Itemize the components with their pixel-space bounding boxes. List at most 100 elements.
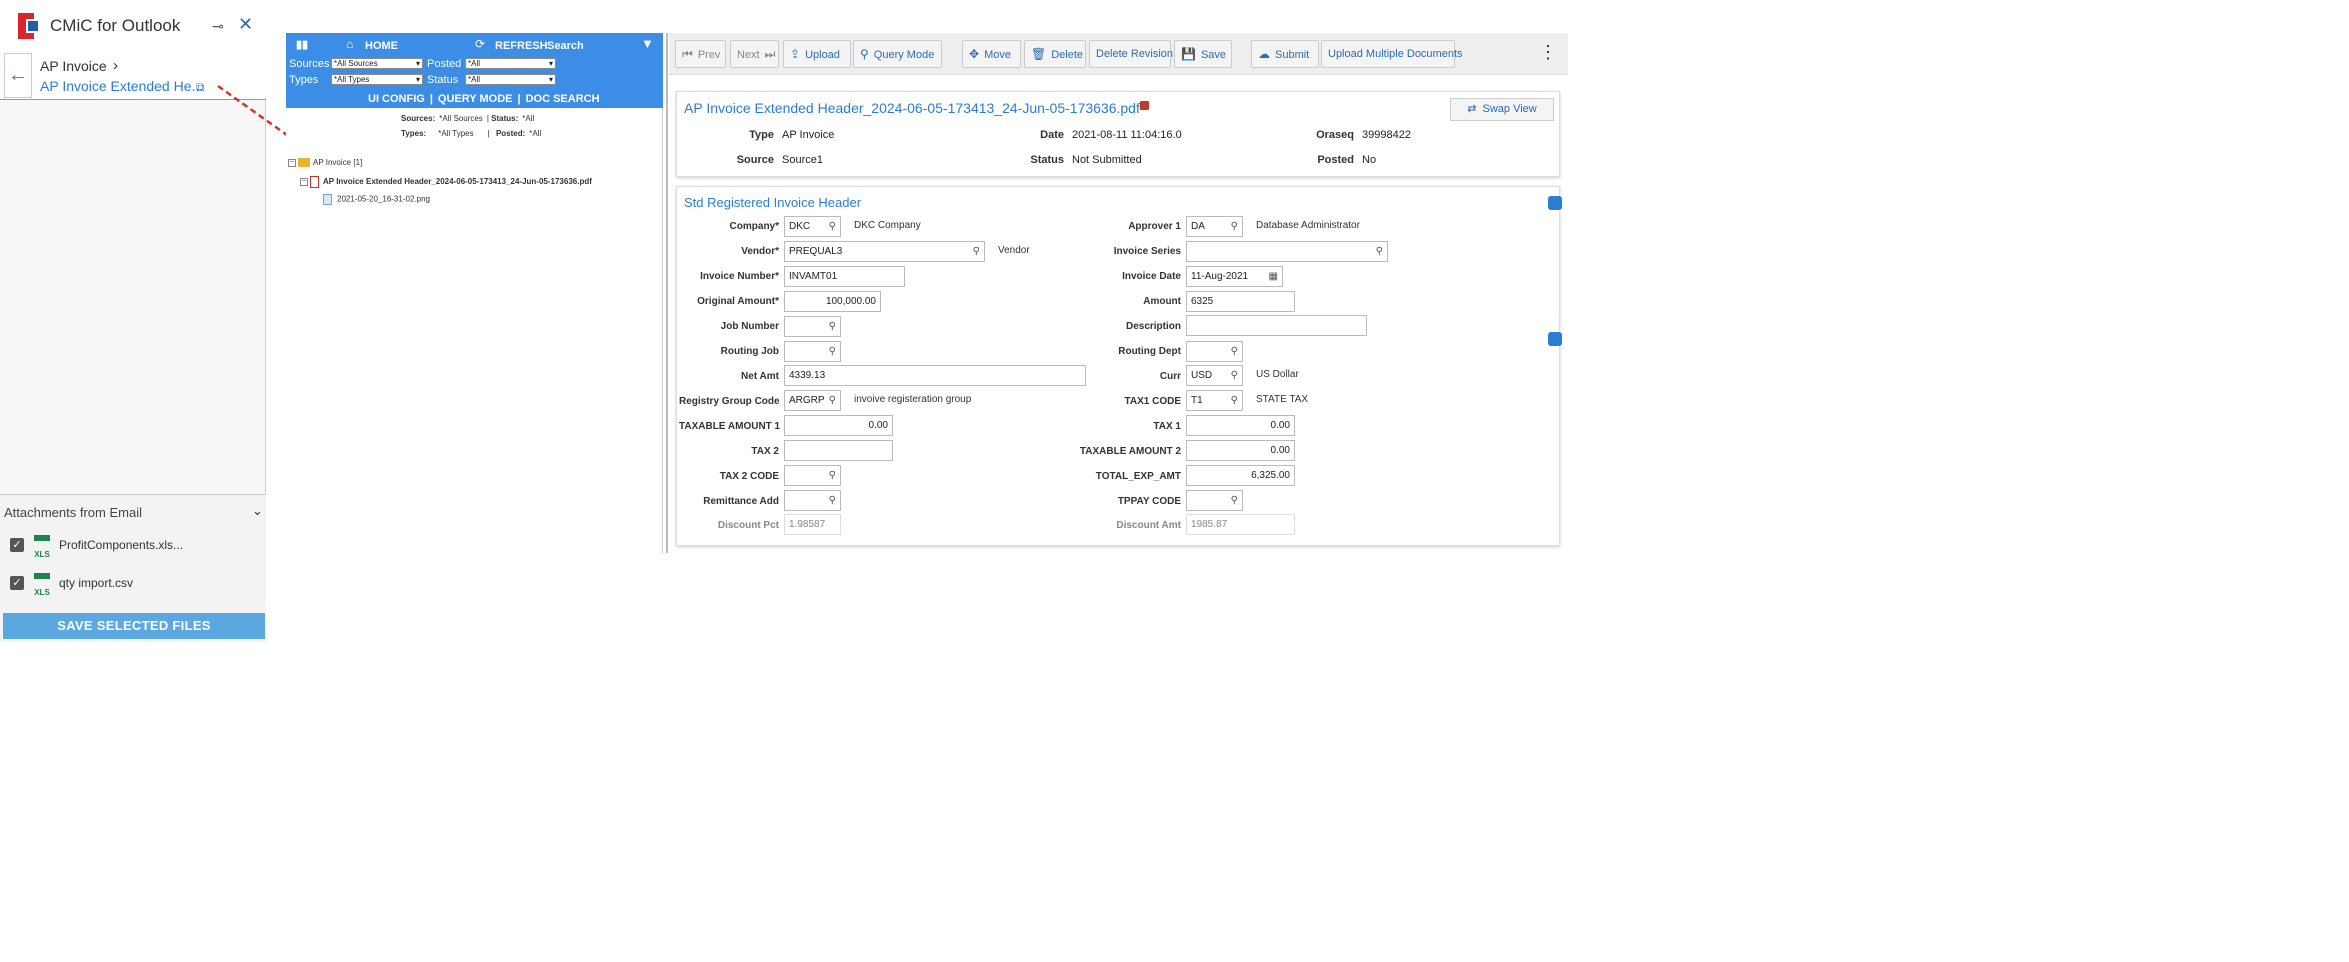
search-icon[interactable]: ⚲ <box>829 217 836 236</box>
attachment-checkbox[interactable]: ✓ <box>10 538 24 552</box>
chevron-right-icon[interactable]: › <box>113 57 118 74</box>
document-header-card: AP Invoice Extended Header_2024-06-05-17… <box>676 91 1560 177</box>
invoice-series-field[interactable]: ⚲ <box>1186 241 1388 262</box>
query-mode-link[interactable]: QUERY MODE <box>438 93 513 105</box>
tree-attachment-node[interactable]: 2021-05-20_16-31-02.png <box>323 194 430 205</box>
upload-multiple-button[interactable]: Upload Multiple Documents <box>1321 40 1463 68</box>
delete-button[interactable]: 🗑 Delete <box>1024 40 1086 68</box>
curr-field[interactable]: USD ⚲ <box>1186 365 1243 386</box>
side-panel-toggle-icon[interactable] <box>1548 196 1562 210</box>
search-icon[interactable]: ⚲ <box>1231 217 1238 236</box>
tree-document-node[interactable]: − AP Invoice Extended Header_2024-06-05-1… <box>300 176 592 188</box>
approver-1-value: DA <box>1191 221 1205 232</box>
discount-pct-field: 1.98587 <box>784 514 841 535</box>
doc-search-link[interactable]: DOC SEARCH <box>526 93 600 105</box>
invoice-date-field[interactable]: 11-Aug-2021 ▦ <box>1186 266 1283 287</box>
next-button[interactable]: Next ⏭ <box>730 40 779 68</box>
search-icon[interactable]: ⚲ <box>973 242 980 261</box>
close-icon[interactable]: ✕ <box>238 14 253 35</box>
taxable-amount-2-field[interactable]: 0.00 <box>1186 440 1295 461</box>
refresh-link[interactable]: REFRESH <box>495 40 548 52</box>
attachment-checkbox[interactable]: ✓ <box>10 576 24 590</box>
app-title: CMiC for Outlook <box>50 16 181 35</box>
description-field[interactable] <box>1186 315 1367 336</box>
tax1-code-field[interactable]: T1 ⚲ <box>1186 390 1243 411</box>
side-panel-toggle-icon[interactable] <box>1548 332 1562 346</box>
net-amt-field[interactable]: 4339.13 <box>784 365 1086 386</box>
save-selected-files-button[interactable]: SAVE SELECTED FILES <box>3 613 265 639</box>
remittance-add-field[interactable]: ⚲ <box>784 490 841 511</box>
open-external-icon[interactable]: ⧉ <box>196 80 205 95</box>
summary-types-value: *All Types <box>438 129 474 138</box>
back-button[interactable]: ← <box>4 53 32 98</box>
company-field[interactable]: DKC ⚲ <box>784 216 841 237</box>
tax-1-field[interactable]: 0.00 <box>1186 415 1295 436</box>
unlock-icon[interactable] <box>1140 101 1149 110</box>
main-toolbar: ⏮ Prev Next ⏭ ⇪ Upload ⚲ Query Mode ✥ Move 🗑 D… <box>669 33 1568 75</box>
tree-folder-ap-invoice[interactable]: − AP Invoice [1] <box>288 158 363 168</box>
home-link[interactable]: HOME <box>365 40 398 52</box>
ui-config-link[interactable]: UI CONFIG <box>368 93 425 105</box>
tax-2-code-field[interactable]: ⚲ <box>784 465 841 486</box>
calendar-icon[interactable]: ▦ <box>1269 267 1278 286</box>
vendor-field[interactable]: PREQUAL3 ⚲ <box>784 241 985 262</box>
attachment-item: ✓ XLS qty import.csv <box>8 573 258 597</box>
breadcrumb-title: AP Invoice <box>40 58 107 74</box>
registry-group-field[interactable]: ARGRP ⚲ <box>784 390 841 411</box>
move-icon: ✥ <box>969 47 980 61</box>
pin-icon[interactable]: ⊸ <box>212 18 224 35</box>
refresh-icon[interactable]: ⟳ <box>475 37 485 51</box>
submit-button[interactable]: ☁ Submit <box>1251 40 1319 68</box>
folder-count: [1] <box>353 158 363 167</box>
collapse-toggle-icon[interactable]: − <box>288 158 296 167</box>
tax-2-code-label: TAX 2 CODE <box>719 471 779 482</box>
collapse-icon[interactable]: ⌄ <box>252 503 263 519</box>
search-icon[interactable]: ⚲ <box>829 391 836 410</box>
prev-button[interactable]: ⏮ Prev <box>675 40 726 68</box>
source-value: Source1 <box>782 154 823 166</box>
sources-select[interactable]: *All Sources ▾ <box>331 58 423 69</box>
search-icon[interactable]: ⚲ <box>829 317 836 336</box>
swap-view-button[interactable]: ⇄ Swap View <box>1450 98 1554 121</box>
save-button[interactable]: 💾 Save <box>1174 40 1232 68</box>
job-number-field[interactable]: ⚲ <box>784 316 841 337</box>
search-icon[interactable]: ⚲ <box>1231 491 1238 510</box>
routing-dept-field[interactable]: ⚲ <box>1186 341 1243 362</box>
move-button[interactable]: ✥ Move <box>962 40 1021 68</box>
date-value: 2021-08-11 11:04:16.0 <box>1072 129 1182 141</box>
delete-revision-button[interactable]: Delete Revision <box>1089 40 1173 68</box>
search-link[interactable]: Search <box>547 40 584 52</box>
original-amount-field[interactable]: 100,000.00 <box>784 291 881 312</box>
swap-icon: ⇄ <box>1467 103 1477 115</box>
query-mode-button[interactable]: ⚲ Query Mode <box>853 40 942 68</box>
tax-2-field[interactable] <box>784 440 893 461</box>
types-select[interactable]: *All Types ▾ <box>331 74 423 85</box>
upload-button[interactable]: ⇪ Upload <box>783 40 851 68</box>
pane-divider[interactable] <box>666 33 668 553</box>
prev-label: Prev <box>697 49 721 61</box>
search-icon[interactable]: ⚲ <box>829 342 836 361</box>
discount-amt-field: 1985.87 <box>1186 514 1295 535</box>
search-icon[interactable]: ⚲ <box>1231 391 1238 410</box>
signal-icon[interactable]: ▮▮ <box>296 38 308 51</box>
folder-icon <box>298 158 310 168</box>
home-icon[interactable]: ⌂ <box>346 37 353 51</box>
filter-icon[interactable]: ▼ <box>641 36 654 51</box>
invoice-number-field[interactable]: INVAMT01 <box>784 266 905 287</box>
breadcrumb-document-link[interactable]: AP Invoice Extended He... <box>40 78 203 94</box>
search-icon[interactable]: ⚲ <box>1231 342 1238 361</box>
more-options-icon[interactable]: ⋮ <box>1539 43 1557 61</box>
search-icon[interactable]: ⚲ <box>829 466 836 485</box>
taxable-amount-1-field[interactable]: 0.00 <box>784 415 893 436</box>
posted-select[interactable]: *All ▾ <box>465 58 556 69</box>
tppay-code-field[interactable]: ⚲ <box>1186 490 1243 511</box>
collapse-toggle-icon[interactable]: − <box>300 178 308 186</box>
total-exp-amt-field[interactable]: 6,325.00 <box>1186 465 1295 486</box>
search-icon[interactable]: ⚲ <box>1376 242 1383 261</box>
search-icon[interactable]: ⚲ <box>1231 366 1238 385</box>
approver-1-field[interactable]: DA ⚲ <box>1186 216 1243 237</box>
amount-field[interactable]: 6325 <box>1186 291 1295 312</box>
routing-job-field[interactable]: ⚲ <box>784 341 841 362</box>
search-icon[interactable]: ⚲ <box>829 491 836 510</box>
status-select[interactable]: *All ▾ <box>465 74 556 85</box>
